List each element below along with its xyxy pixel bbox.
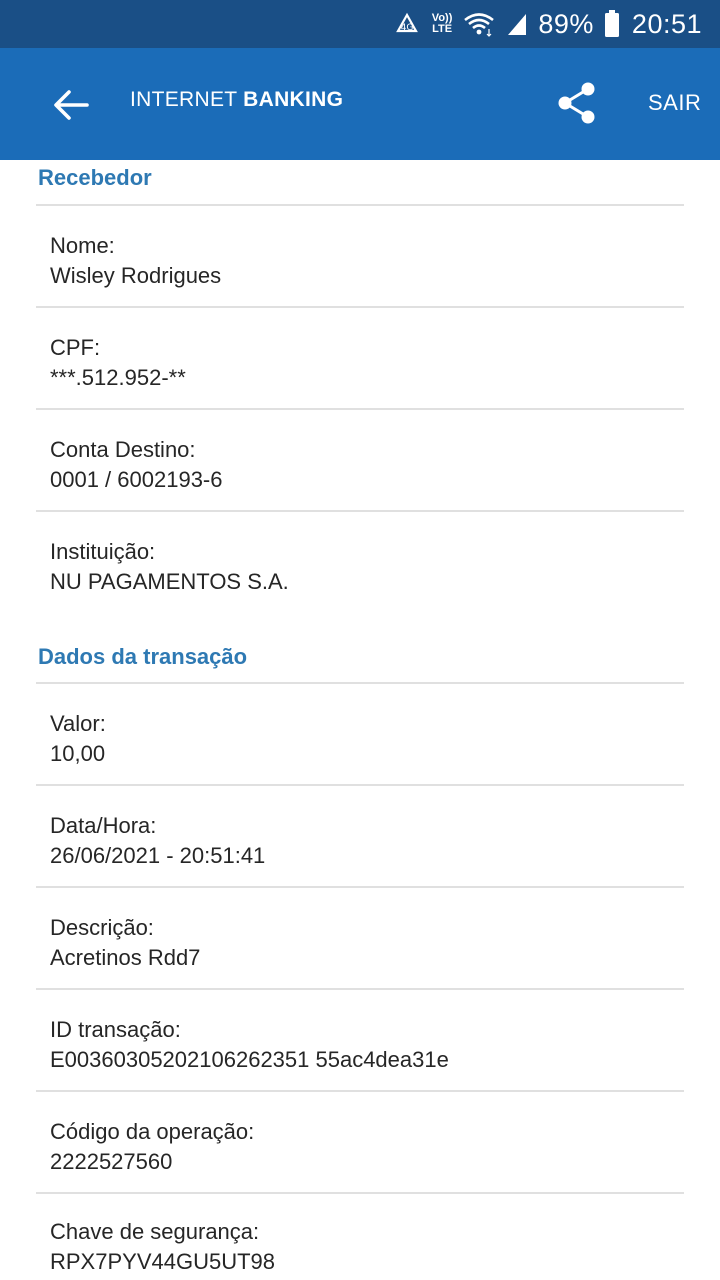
signal-icon — [506, 11, 528, 37]
divider — [36, 682, 684, 684]
divider — [36, 886, 684, 888]
share-icon — [558, 82, 595, 124]
app-title: INTERNET BANKING — [130, 88, 343, 112]
field-label: Data/Hora: — [50, 813, 157, 838]
battery-percent: 89% — [538, 8, 594, 39]
divider — [36, 510, 684, 512]
field-instituicao: Instituição: NU PAGAMENTOS S.A. — [50, 538, 670, 598]
field-id-transacao: ID transação: E00360305202106262351 55ac… — [50, 1016, 670, 1076]
field-label: Nome: — [50, 233, 115, 258]
volte-icon: Vo)) LTE — [432, 13, 453, 35]
field-value: Acretinos Rdd7 — [50, 945, 201, 970]
status-clock: 20:51 — [631, 8, 702, 39]
field-nome: Nome: Wisley Rodrigues — [50, 232, 670, 292]
field-label: Instituição: — [50, 539, 156, 564]
back-button[interactable] — [50, 84, 92, 126]
field-value: 0001 / 6002193-6 — [50, 467, 223, 492]
exit-button[interactable]: SAIR — [648, 90, 701, 116]
field-codigo-operacao: Código da operação: 2222527560 — [50, 1118, 670, 1178]
status-bar: 4G Vo)) LTE 89% 20:51 — [0, 0, 720, 48]
share-button[interactable] — [556, 82, 598, 124]
field-value: 2222527560 — [50, 1149, 173, 1174]
field-label: ID transação: — [50, 1017, 181, 1042]
section-heading-transacao: Dados da transação — [38, 644, 248, 669]
field-value: NU PAGAMENTOS S.A. — [50, 569, 289, 594]
volte-bottom-label: LTE — [432, 23, 453, 35]
divider — [36, 1192, 684, 1194]
data-saver-icon: 4G — [392, 11, 422, 37]
field-label: Descrição: — [50, 915, 154, 940]
divider — [36, 204, 684, 206]
divider — [36, 988, 684, 990]
field-conta-destino: Conta Destino: 0001 / 6002193-6 — [50, 436, 670, 496]
wifi-icon — [462, 11, 496, 37]
field-value: RPX7PYV44GU5UT98 — [50, 1249, 275, 1274]
field-label: Chave de segurança: — [50, 1219, 260, 1244]
app-bar: INTERNET BANKING SAIR — [0, 48, 720, 160]
arrow-back-icon — [54, 90, 89, 120]
field-label: CPF: — [50, 335, 101, 360]
section-heading-recebedor: Recebedor — [38, 165, 152, 190]
field-valor: Valor: 10,00 — [50, 710, 670, 770]
field-data-hora: Data/Hora: 26/06/2021 - 20:51:41 — [50, 812, 670, 872]
battery-icon — [604, 10, 620, 38]
divider — [36, 408, 684, 410]
app-title-light: INTERNET — [130, 88, 244, 111]
app-title-bold: BANKING — [243, 88, 344, 111]
divider — [36, 784, 684, 786]
field-value: Wisley Rodrigues — [50, 263, 222, 288]
svg-text:4G: 4G — [400, 23, 413, 33]
divider — [36, 306, 684, 308]
field-label: Valor: — [50, 711, 106, 736]
field-value: 26/06/2021 - 20:51:41 — [50, 843, 266, 868]
field-label: Código da operação: — [50, 1119, 255, 1144]
field-value: 10,00 — [50, 741, 106, 766]
field-cpf: CPF: ***.512.952-** — [50, 334, 670, 394]
field-value: E00360305202106262351 55ac4dea31e — [50, 1047, 449, 1072]
field-chave-seguranca: Chave de segurança: RPX7PYV44GU5UT98 — [50, 1218, 670, 1278]
field-label: Conta Destino: — [50, 437, 196, 462]
field-descricao: Descrição: Acretinos Rdd7 — [50, 914, 670, 974]
divider — [36, 1090, 684, 1092]
field-value: ***.512.952-** — [50, 365, 186, 390]
